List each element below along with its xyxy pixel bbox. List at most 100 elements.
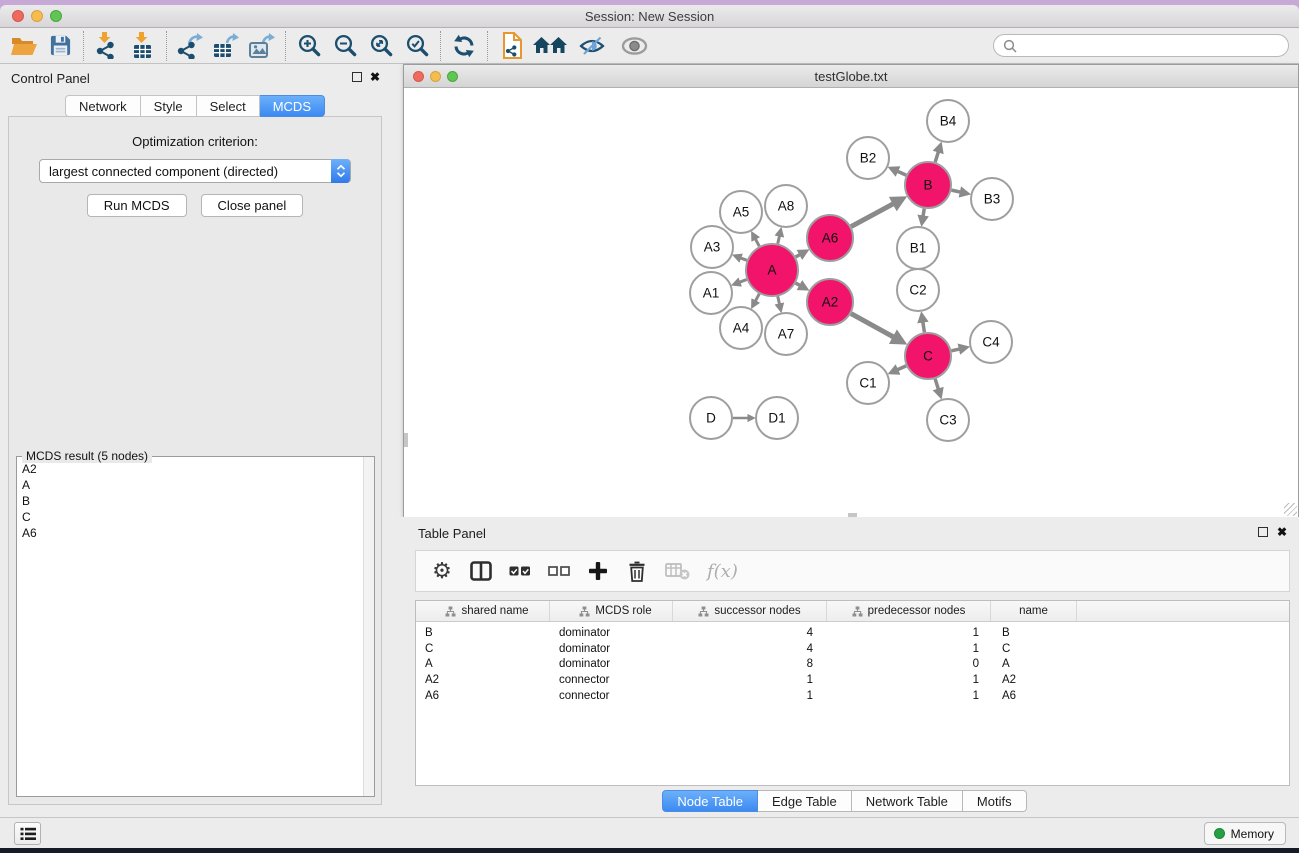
table-cell[interactable]: 1 xyxy=(827,690,991,702)
export-image-button[interactable] xyxy=(244,30,280,62)
edge-C-C3[interactable] xyxy=(935,379,939,391)
function-builder-button[interactable]: f(x) xyxy=(707,561,738,582)
node-B2[interactable]: B2 xyxy=(847,137,889,179)
edge-C-C4[interactable] xyxy=(951,349,961,351)
tab-network[interactable]: Network xyxy=(65,95,141,117)
result-scrollbar[interactable] xyxy=(363,457,374,796)
node-A8[interactable]: A8 xyxy=(765,185,807,227)
table-cell[interactable]: connector xyxy=(550,690,673,702)
show-graphics-details-button[interactable] xyxy=(571,30,613,62)
tab-style[interactable]: Style xyxy=(141,95,197,117)
node-B3[interactable]: B3 xyxy=(971,178,1013,220)
tab-mcds[interactable]: MCDS xyxy=(260,95,325,117)
search-field[interactable] xyxy=(993,34,1289,57)
vertical-scrollbar-thumb[interactable] xyxy=(404,433,408,447)
table-cell[interactable]: dominator xyxy=(550,627,673,639)
tab-select[interactable]: Select xyxy=(197,95,260,117)
toggle-columns-button[interactable] xyxy=(470,561,492,581)
node-C3[interactable]: C3 xyxy=(927,399,969,441)
table-cell[interactable]: 8 xyxy=(673,658,827,670)
table-cell[interactable]: A xyxy=(991,658,1077,670)
export-network-button[interactable] xyxy=(172,30,208,62)
delete-table-button[interactable] xyxy=(665,562,690,580)
table-cell[interactable]: 1 xyxy=(827,627,991,639)
node-D[interactable]: D xyxy=(690,397,732,439)
open-session-button[interactable] xyxy=(6,30,42,62)
first-neighbors-button[interactable] xyxy=(529,30,571,62)
table-cell[interactable]: A6 xyxy=(416,690,550,702)
edge-C-C2[interactable] xyxy=(923,320,925,333)
node-A6[interactable]: A6 xyxy=(807,215,853,261)
node-A1[interactable]: A1 xyxy=(690,272,732,314)
edge-A-A6[interactable] xyxy=(796,254,802,257)
node-C2[interactable]: C2 xyxy=(897,269,939,311)
table-cell[interactable]: A2 xyxy=(991,674,1077,686)
import-network-button[interactable] xyxy=(89,30,125,62)
export-table-button[interactable] xyxy=(208,30,244,62)
table-cell[interactable]: dominator xyxy=(550,643,673,655)
table-cell[interactable]: 0 xyxy=(827,658,991,670)
edge-A-A3[interactable] xyxy=(739,257,747,260)
table-cell[interactable]: C xyxy=(991,643,1077,655)
column-header-name[interactable]: name xyxy=(991,601,1077,621)
tab-node-table[interactable]: Node Table xyxy=(662,790,758,812)
tab-edge-table[interactable]: Edge Table xyxy=(758,790,852,812)
table-row[interactable]: A2connector11A2 xyxy=(416,672,1289,688)
delete-columns-button[interactable] xyxy=(626,560,648,582)
table-row[interactable]: Adominator80A xyxy=(416,656,1289,672)
zoom-out-button[interactable] xyxy=(327,30,363,62)
table-cell[interactable]: 1 xyxy=(827,674,991,686)
edge-A2-C[interactable] xyxy=(851,314,896,339)
edge-A-A5[interactable] xyxy=(755,237,760,246)
close-panel-button[interactable]: Close panel xyxy=(201,194,304,217)
table-cell[interactable]: B xyxy=(991,627,1077,639)
zoom-fit-button[interactable] xyxy=(363,30,399,62)
mcds-result-list[interactable]: A2ABCA6 xyxy=(17,458,363,796)
memory-button[interactable]: Memory xyxy=(1204,822,1286,845)
node-A7[interactable]: A7 xyxy=(765,313,807,355)
node-C[interactable]: C xyxy=(905,333,951,379)
close-panel-icon[interactable]: ✖ xyxy=(370,72,380,82)
mcds-result-item[interactable]: A xyxy=(22,477,363,493)
float-panel-icon[interactable] xyxy=(352,72,362,82)
float-table-panel-icon[interactable] xyxy=(1258,527,1268,537)
refresh-view-button[interactable] xyxy=(446,30,482,62)
node-A[interactable]: A xyxy=(746,244,798,296)
tab-network-table[interactable]: Network Table xyxy=(852,790,963,812)
edge-A-A2[interactable] xyxy=(796,283,802,286)
column-header-mcds-role[interactable]: MCDS role xyxy=(550,601,673,621)
zoom-selected-button[interactable] xyxy=(399,30,435,62)
node-C4[interactable]: C4 xyxy=(970,321,1012,363)
table-cell[interactable]: 4 xyxy=(673,627,827,639)
table-cell[interactable]: C xyxy=(416,643,550,655)
tab-motifs[interactable]: Motifs xyxy=(963,790,1027,812)
network-window-titlebar[interactable]: testGlobe.txt xyxy=(404,65,1298,88)
import-table-button[interactable] xyxy=(125,30,161,62)
edge-B-B4[interactable] xyxy=(935,150,939,162)
add-column-button[interactable] xyxy=(587,561,609,581)
table-cell[interactable]: A6 xyxy=(991,690,1077,702)
node-C1[interactable]: C1 xyxy=(847,362,889,404)
task-history-button[interactable] xyxy=(14,822,41,845)
edge-B-B2[interactable] xyxy=(895,170,906,175)
node-B[interactable]: B xyxy=(905,162,951,208)
edge-B-B1[interactable] xyxy=(923,209,925,219)
column-header-shared-name[interactable]: shared name xyxy=(416,601,550,621)
table-row[interactable]: Cdominator41C xyxy=(416,641,1289,657)
network-canvas[interactable]: B4B2BB3A5A8A6A3B1AA1C2A2A4A7C4CC1DD1C3 xyxy=(404,88,1298,517)
mcds-result-item[interactable]: B xyxy=(22,493,363,509)
edge-A6-B[interactable] xyxy=(851,202,896,226)
column-header-predecessor-nodes[interactable]: predecessor nodes xyxy=(827,601,991,621)
mcds-result-item[interactable]: C xyxy=(22,509,363,525)
table-cell[interactable]: connector xyxy=(550,674,673,686)
resize-grip-icon[interactable] xyxy=(1284,503,1297,516)
edge-C-C1[interactable] xyxy=(895,366,906,371)
criterion-dropdown[interactable]: largest connected component (directed) xyxy=(39,159,351,183)
zoom-in-button[interactable] xyxy=(291,30,327,62)
table-cell[interactable]: A2 xyxy=(416,674,550,686)
node-A5[interactable]: A5 xyxy=(720,191,762,233)
node-D1[interactable]: D1 xyxy=(756,397,798,439)
node-B4[interactable]: B4 xyxy=(927,100,969,142)
node-A2[interactable]: A2 xyxy=(807,279,853,325)
table-row[interactable]: A6connector11A6 xyxy=(416,688,1289,704)
